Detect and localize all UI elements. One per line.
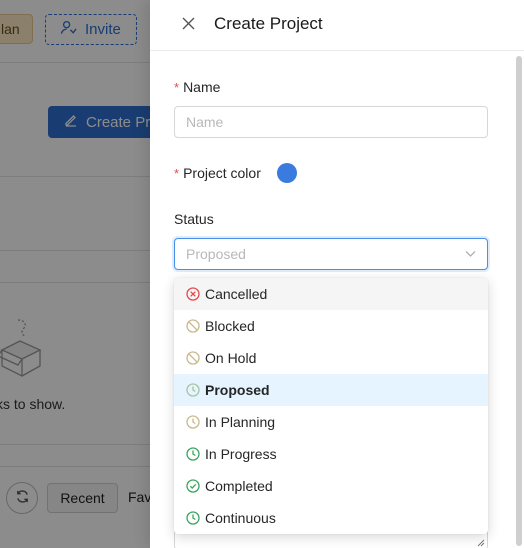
project-color-picker[interactable] — [277, 163, 297, 183]
name-label-text: Name — [183, 79, 221, 95]
status-option-continuous[interactable]: Continuous — [174, 502, 488, 534]
in-planning-icon — [186, 415, 200, 429]
project-color-label: * Project color — [174, 165, 261, 181]
close-button[interactable] — [178, 15, 198, 35]
drawer-header: Create Project — [150, 0, 524, 51]
continuous-icon — [186, 511, 200, 525]
drawer-scrollbar[interactable] — [516, 56, 522, 546]
status-option-label: Blocked — [205, 318, 255, 334]
drawer-title: Create Project — [214, 14, 323, 33]
status-option-blocked[interactable]: Blocked — [174, 310, 488, 342]
status-option-in-progress[interactable]: In Progress — [174, 438, 488, 470]
completed-icon — [186, 479, 200, 493]
status-option-completed[interactable]: Completed — [174, 470, 488, 502]
status-option-label: In Planning — [205, 414, 276, 430]
status-label: Status — [174, 211, 214, 227]
status-dropdown-menu: Cancelled Blocked On Hold Proposed In Planni… — [174, 278, 488, 534]
status-option-label: Continuous — [205, 510, 276, 526]
status-option-label: Proposed — [205, 382, 270, 398]
status-option-in-planning[interactable]: In Planning — [174, 406, 488, 438]
cancelled-icon — [186, 287, 200, 301]
chevron-down-icon — [465, 246, 476, 262]
proposed-icon — [186, 383, 200, 397]
project-color-label-text: Project color — [183, 165, 261, 181]
name-input[interactable] — [174, 106, 488, 138]
blocked-icon — [186, 319, 200, 333]
required-marker: * — [174, 80, 180, 95]
name-label: * Name — [174, 79, 220, 95]
status-select-value: Proposed — [186, 246, 246, 262]
close-icon — [182, 17, 195, 33]
on-hold-icon — [186, 351, 200, 365]
status-option-label: On Hold — [205, 350, 257, 366]
status-option-cancelled[interactable]: Cancelled — [174, 278, 488, 310]
required-marker: * — [174, 166, 180, 181]
status-option-on-hold[interactable]: On Hold — [174, 342, 488, 374]
status-option-label: Cancelled — [205, 286, 268, 302]
in-progress-icon — [186, 447, 200, 461]
status-option-label: Completed — [205, 478, 273, 494]
status-select[interactable]: Proposed — [174, 238, 488, 270]
status-option-proposed[interactable]: Proposed — [174, 374, 488, 406]
status-option-label: In Progress — [205, 446, 277, 462]
